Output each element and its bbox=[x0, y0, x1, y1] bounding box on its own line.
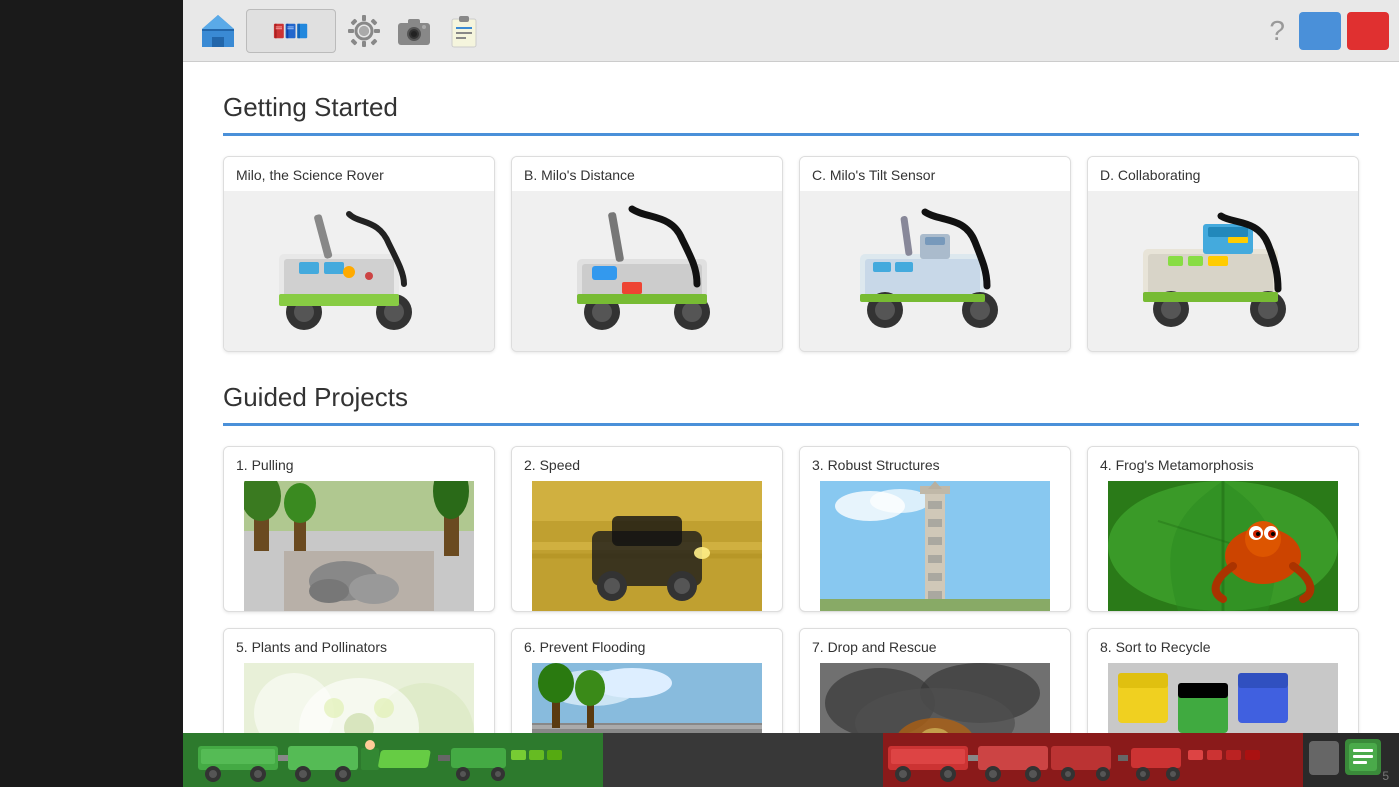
card-robust-structures[interactable]: 3. Robust Structures bbox=[799, 446, 1071, 612]
card-label-recycle: 8. Sort to Recycle bbox=[1088, 629, 1358, 663]
bottom-icon-green[interactable] bbox=[1345, 739, 1381, 775]
card-label-milo-rover: Milo, the Science Rover bbox=[224, 157, 494, 191]
camera-button[interactable] bbox=[392, 9, 436, 53]
getting-started-divider bbox=[223, 133, 1359, 136]
card-frogs-metamorphosis[interactable]: 4. Frog's Metamorphosis bbox=[1087, 446, 1359, 612]
card-collaborating[interactable]: D. Collaborating bbox=[1087, 156, 1359, 352]
card-image-milos-distance bbox=[512, 191, 782, 351]
card-image-speed bbox=[512, 481, 782, 611]
card-label-speed: 2. Speed bbox=[512, 447, 782, 481]
card-pulling[interactable]: 1. Pulling bbox=[223, 446, 495, 612]
card-sort-recycle[interactable]: 8. Sort to Recycle bbox=[1087, 628, 1359, 733]
card-image-milo-rover bbox=[224, 191, 494, 351]
bottom-icon-gray[interactable] bbox=[1309, 741, 1339, 775]
notes-button[interactable] bbox=[442, 9, 486, 53]
page-number: 5 bbox=[1382, 769, 1389, 783]
app-window: ? Getting Started Milo, the Science Rove… bbox=[183, 0, 1399, 787]
card-image-robust bbox=[800, 481, 1070, 611]
card-milos-distance[interactable]: B. Milo's Distance bbox=[511, 156, 783, 352]
card-plants-pollinators[interactable]: 5. Plants and Pollinators bbox=[223, 628, 495, 733]
guided-projects-divider bbox=[223, 423, 1359, 426]
card-image-pulling bbox=[224, 481, 494, 611]
guided-projects-title: Guided Projects bbox=[223, 382, 1359, 413]
card-milos-tilt[interactable]: C. Milo's Tilt Sensor bbox=[799, 156, 1071, 352]
card-milo-rover[interactable]: Milo, the Science Rover bbox=[223, 156, 495, 352]
card-label-frogs: 4. Frog's Metamorphosis bbox=[1088, 447, 1358, 481]
card-label-pulling: 1. Pulling bbox=[224, 447, 494, 481]
bottom-red-section bbox=[883, 733, 1303, 787]
card-label-rescue: 7. Drop and Rescue bbox=[800, 629, 1070, 663]
card-label-milos-distance: B. Milo's Distance bbox=[512, 157, 782, 191]
card-image-collaborating bbox=[1088, 191, 1358, 351]
card-label-flooding: 6. Prevent Flooding bbox=[512, 629, 782, 663]
guided-projects-grid: 1. Pulling bbox=[223, 446, 1359, 733]
bottom-green-section bbox=[183, 733, 603, 787]
card-label-collaborating: D. Collaborating bbox=[1088, 157, 1358, 191]
card-label-plants: 5. Plants and Pollinators bbox=[224, 629, 494, 663]
card-image-recycle bbox=[1088, 663, 1358, 733]
help-button[interactable]: ? bbox=[1261, 11, 1293, 51]
red-close-button[interactable] bbox=[1347, 12, 1389, 50]
card-speed[interactable]: 2. Speed bbox=[511, 446, 783, 612]
card-image-milos-tilt bbox=[800, 191, 1070, 351]
card-image-plants bbox=[224, 663, 494, 733]
toolbar: ? bbox=[183, 0, 1399, 62]
card-drop-rescue[interactable]: 7. Drop and Rescue bbox=[799, 628, 1071, 733]
card-image-frogs bbox=[1088, 481, 1358, 611]
card-label-robust: 3. Robust Structures bbox=[800, 447, 1070, 481]
bottom-toolbar: 5 bbox=[183, 733, 1399, 787]
settings-button[interactable] bbox=[342, 9, 386, 53]
card-prevent-flooding[interactable]: 6. Prevent Flooding bbox=[511, 628, 783, 733]
book-library-button[interactable] bbox=[246, 9, 336, 53]
card-label-milos-tilt: C. Milo's Tilt Sensor bbox=[800, 157, 1070, 191]
card-image-rescue bbox=[800, 663, 1070, 733]
getting-started-title: Getting Started bbox=[223, 92, 1359, 123]
content-area: Getting Started Milo, the Science Rover bbox=[183, 62, 1399, 733]
home-button[interactable] bbox=[196, 9, 240, 53]
card-image-flooding bbox=[512, 663, 782, 733]
getting-started-grid: Milo, the Science Rover bbox=[223, 156, 1359, 352]
blue-mode-button[interactable] bbox=[1299, 12, 1341, 50]
bottom-center-section bbox=[603, 733, 883, 787]
